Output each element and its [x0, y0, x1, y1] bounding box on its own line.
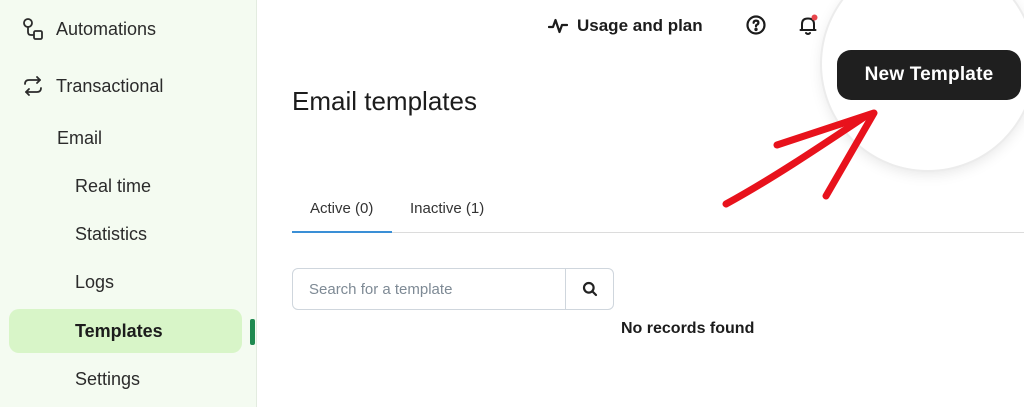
sidebar-item-automations[interactable]: Automations [20, 14, 156, 44]
search-icon [582, 281, 597, 297]
sidebar-item-templates[interactable]: Templates [75, 321, 163, 342]
page-title: Email templates [292, 86, 477, 116]
search-input[interactable] [292, 268, 566, 310]
sidebar-item-label: Transactional [56, 75, 164, 96]
sidebar-item-label: Automations [56, 18, 157, 39]
transactional-icon [24, 76, 42, 96]
activity-icon [548, 18, 568, 34]
usage-and-plan-label: Usage and plan [577, 16, 703, 35]
empty-state-message: No records found [621, 320, 755, 337]
usage-and-plan-link[interactable]: Usage and plan [548, 14, 703, 38]
tab-active[interactable]: Active (0) [310, 200, 373, 217]
search-button[interactable] [565, 268, 614, 310]
active-tab-indicator [292, 231, 392, 233]
sidebar: Automations Transactional Email Real tim… [0, 0, 257, 407]
new-template-button[interactable]: New Template [837, 50, 1021, 100]
tabs-divider [292, 232, 1024, 233]
sidebar-active-marker [250, 319, 255, 345]
automations-icon [23, 18, 43, 40]
sidebar-item-real-time[interactable]: Real time [75, 176, 151, 197]
help-circle-icon[interactable] [745, 14, 767, 36]
sidebar-item-logs[interactable]: Logs [75, 272, 114, 293]
bell-icon[interactable] [797, 13, 819, 37]
sidebar-item-statistics[interactable]: Statistics [75, 224, 147, 245]
sidebar-item-email[interactable]: Email [57, 128, 102, 149]
tab-inactive[interactable]: Inactive (1) [410, 200, 484, 217]
sidebar-item-settings[interactable]: Settings [75, 369, 140, 390]
notification-dot [811, 14, 818, 21]
sidebar-item-transactional[interactable]: Transactional [20, 71, 163, 101]
